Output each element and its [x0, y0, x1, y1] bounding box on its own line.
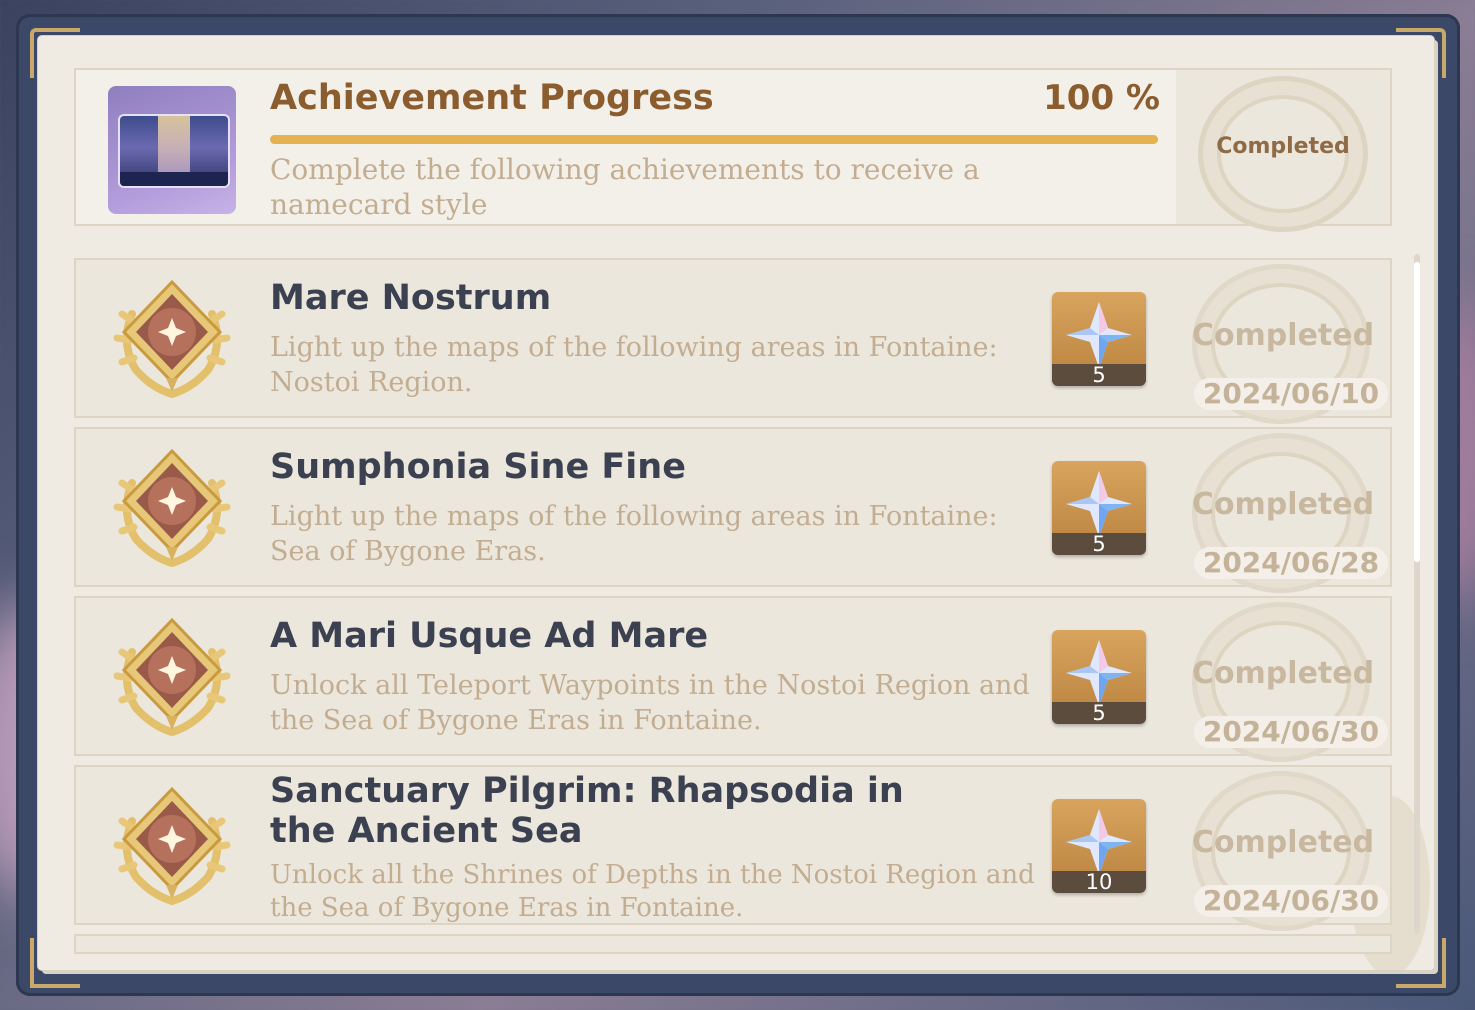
achievement-medal-icon	[112, 443, 232, 569]
reward-count: 5	[1052, 702, 1146, 724]
reward-item[interactable]: 5	[1052, 630, 1146, 724]
primogem-icon	[1066, 640, 1132, 706]
scrollbar-thumb[interactable]	[1414, 262, 1420, 562]
primogem-icon	[1066, 809, 1132, 875]
primogem-icon	[1066, 302, 1132, 368]
progress-percentage: 100 %	[1043, 78, 1160, 118]
completion-status: Completed	[1191, 825, 1375, 860]
completion-date: 2024/06/28	[1194, 547, 1388, 579]
achievement-panel: Achievement Progress 100 % Complete the …	[38, 36, 1434, 970]
achievement-row[interactable]	[74, 934, 1392, 954]
achievement-description: Light up the maps of the following areas…	[270, 332, 998, 398]
achievement-row[interactable]: A Mari Usque Ad Mare Unlock all Teleport…	[74, 596, 1392, 762]
achievement-description: Light up the maps of the following areas…	[270, 501, 998, 567]
completion-seal: Completed 2024/06/30	[1176, 598, 1390, 762]
completion-date: 2024/06/30	[1194, 885, 1388, 917]
achievement-progress-header: Achievement Progress 100 % Complete the …	[74, 68, 1392, 232]
reward-item[interactable]: 5	[1052, 292, 1146, 386]
achievement-title: Sumphonia Sine Fine	[270, 447, 686, 487]
reward-item[interactable]: 10	[1052, 799, 1146, 893]
achievement-description: Unlock all Teleport Waypoints in the Nos…	[270, 670, 1030, 736]
completion-seal: Completed	[1176, 70, 1390, 232]
achievement-title: Mare Nostrum	[270, 278, 552, 318]
completion-status: Completed	[1191, 656, 1375, 691]
completion-date: 2024/06/10	[1194, 378, 1388, 410]
achievement-medal-icon	[112, 612, 232, 738]
progress-title: Achievement Progress	[270, 78, 714, 118]
achievement-title: Sanctuary Pilgrim: Rhapsodia in the Anci…	[270, 771, 904, 851]
reward-count: 10	[1052, 871, 1146, 893]
completion-seal: Completed 2024/06/28	[1176, 429, 1390, 593]
reward-count: 5	[1052, 533, 1146, 555]
completion-status: Completed	[1216, 134, 1350, 159]
progress-description: Complete the following achievements to r…	[270, 153, 980, 221]
primogem-icon	[1066, 471, 1132, 537]
achievement-row[interactable]: Mare Nostrum Light up the maps of the fo…	[74, 258, 1392, 424]
list-scrollbar[interactable]	[1414, 254, 1420, 934]
completion-status: Completed	[1191, 487, 1375, 522]
completion-seal: Completed 2024/06/30	[1176, 767, 1390, 931]
namecard-preview-icon[interactable]	[108, 86, 236, 214]
achievement-title: A Mari Usque Ad Mare	[270, 616, 709, 656]
completion-seal: Completed 2024/06/10	[1176, 260, 1390, 424]
progress-bar	[270, 135, 1158, 144]
completion-date: 2024/06/30	[1194, 716, 1388, 748]
achievement-row[interactable]: Sanctuary Pilgrim: Rhapsodia in the Anci…	[74, 765, 1392, 931]
completion-status: Completed	[1191, 318, 1375, 353]
reward-count: 5	[1052, 364, 1146, 386]
achievement-medal-icon	[112, 274, 232, 400]
achievement-description: Unlock all the Shrines of Depths in the …	[270, 860, 1035, 923]
progress-bar-fill	[270, 135, 1158, 144]
reward-item[interactable]: 5	[1052, 461, 1146, 555]
achievement-medal-icon	[112, 781, 232, 907]
achievement-row[interactable]: Sumphonia Sine Fine Light up the maps of…	[74, 427, 1392, 593]
